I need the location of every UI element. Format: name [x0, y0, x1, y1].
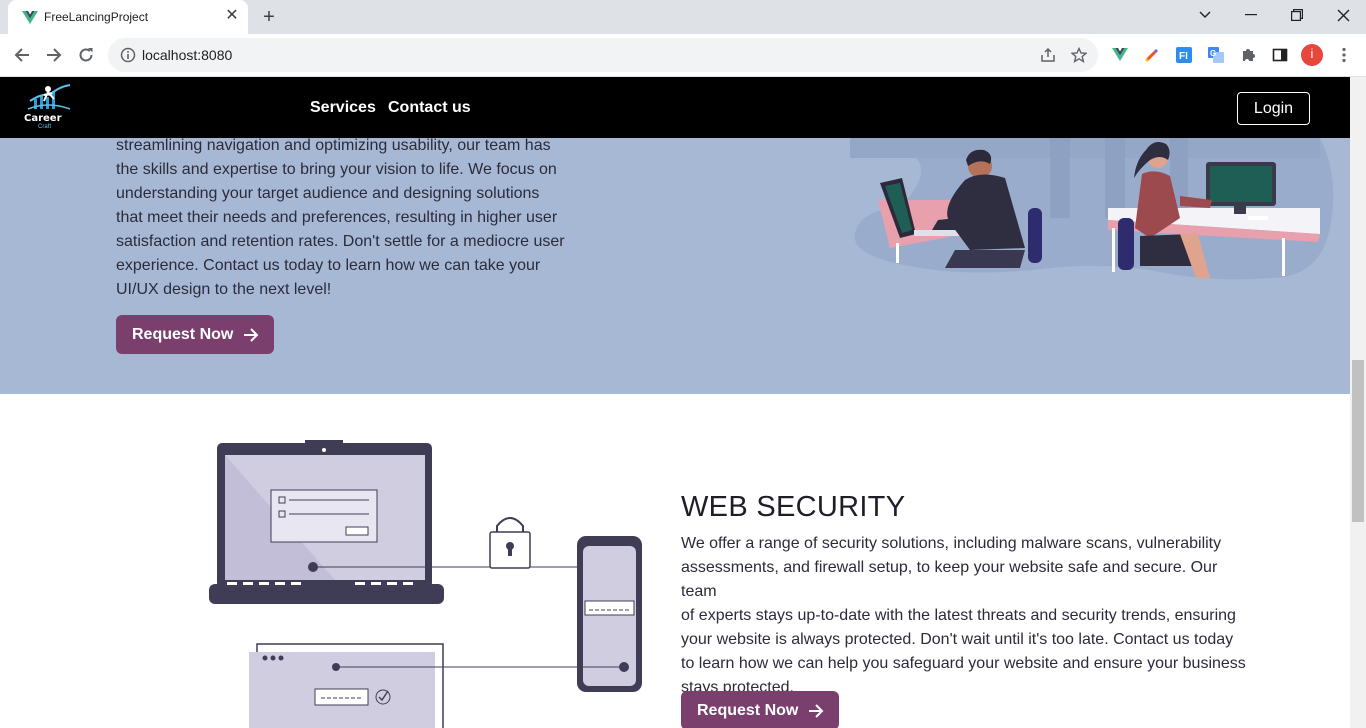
uiux-line: that meet their needs and preferences, r… — [116, 209, 558, 226]
side-panel-icon[interactable] — [1269, 44, 1291, 66]
fontface-ninja-icon[interactable]: FI — [1173, 44, 1195, 66]
site-info-icon[interactable] — [120, 47, 136, 63]
close-window-icon[interactable] — [1320, 0, 1366, 30]
security-line: We offer a range of security solutions, … — [681, 535, 1222, 552]
logo-subtext: Craft — [38, 124, 52, 130]
uiux-line: understanding your target audience and d… — [116, 185, 540, 202]
bookmark-star-icon[interactable] — [1070, 46, 1088, 64]
vue-devtools-icon[interactable] — [1109, 44, 1131, 66]
security-line: of experts stays up-to-date with the lat… — [681, 607, 1236, 624]
site-navbar: Career Craft Services Contact us Login — [0, 77, 1350, 138]
profile-avatar[interactable]: i — [1301, 44, 1323, 66]
forward-icon[interactable] — [42, 43, 66, 67]
share-icon[interactable] — [1039, 46, 1057, 64]
request-now-label: Request Now — [697, 701, 799, 719]
uiux-line: UI/UX design to the next level! — [116, 281, 332, 298]
restore-icon[interactable] — [1274, 0, 1320, 30]
arrow-right-icon — [243, 327, 259, 342]
address-bar[interactable]: localhost:8080 — [108, 38, 1098, 72]
minimize-icon[interactable] — [1228, 0, 1274, 30]
uiux-section: streamlining navigation and optimizing u… — [0, 137, 1350, 394]
office-workers-illustration — [850, 138, 1334, 280]
nav-link-services[interactable]: Services — [310, 99, 376, 117]
extensions-puzzle-icon[interactable] — [1237, 44, 1259, 66]
security-line: your website is always protected. Don't … — [681, 631, 1234, 648]
uiux-description: streamlining navigation and optimizing u… — [116, 134, 576, 302]
back-icon[interactable] — [10, 43, 34, 67]
svg-text:G: G — [1210, 49, 1216, 58]
browser-menu-icon[interactable] — [1333, 44, 1355, 66]
arrow-right-icon — [808, 703, 824, 718]
uiux-request-now-button[interactable]: Request Now — [116, 315, 274, 354]
color-picker-icon[interactable] — [1141, 44, 1163, 66]
new-tab-icon[interactable]: + — [258, 7, 280, 27]
page-scrollbar[interactable] — [1350, 77, 1366, 728]
google-translate-icon[interactable]: G — [1205, 44, 1227, 66]
profile-initial: i — [1310, 46, 1314, 61]
browser-toolbar: localhost:8080 FI G i — [0, 34, 1366, 77]
security-request-now-button[interactable]: Request Now — [681, 691, 839, 728]
tab-close-icon[interactable]: ✕ — [224, 8, 240, 24]
browser-tab-bar: FreeLancingProject ✕ + — [0, 0, 1366, 34]
vue-favicon-icon — [22, 11, 38, 24]
web-security-illustration — [209, 440, 642, 728]
reload-icon[interactable] — [74, 43, 98, 67]
nav-link-contact-us[interactable]: Contact us — [388, 99, 471, 117]
svg-text:FI: FI — [1179, 51, 1188, 62]
web-security-title: WEB SECURITY — [681, 491, 906, 523]
browser-tab[interactable]: FreeLancingProject ✕ — [8, 0, 248, 34]
uiux-line: the skills and expertise to bring your v… — [116, 161, 557, 178]
security-line: assessments, and firewall setup, to keep… — [681, 559, 1218, 600]
login-button[interactable]: Login — [1237, 92, 1310, 125]
uiux-line: satisfaction and retention rates. Don't … — [116, 233, 565, 250]
url-text: localhost:8080 — [142, 47, 233, 63]
tab-title: FreeLancingProject — [44, 10, 149, 24]
security-line: to learn how we can help you safeguard y… — [681, 655, 1246, 672]
logo-text: Career — [24, 113, 62, 124]
page-viewport: streamlining navigation and optimizing u… — [0, 77, 1350, 728]
request-now-label: Request Now — [132, 325, 234, 343]
scrollbar-thumb[interactable] — [1352, 360, 1364, 522]
web-security-section: WEB SECURITY We offer a range of securit… — [0, 394, 1350, 728]
uiux-line: experience. Contact us today to learn ho… — [116, 257, 541, 274]
web-security-description: We offer a range of security solutions, … — [681, 532, 1251, 700]
tab-search-icon[interactable] — [1182, 0, 1228, 30]
